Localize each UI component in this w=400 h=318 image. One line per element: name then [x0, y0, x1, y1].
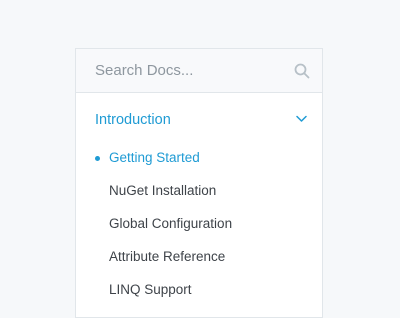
nav-item-nuget-installation[interactable]: NuGet Installation [76, 180, 322, 213]
nav-item-getting-started[interactable]: Getting Started [76, 147, 322, 180]
chevron-down-icon[interactable] [296, 115, 307, 123]
nav-item-linq-support[interactable]: LINQ Support [76, 279, 322, 312]
search-input[interactable] [76, 49, 286, 92]
nav-item-label: Attribute Reference [109, 249, 226, 264]
section-title: Introduction [95, 112, 171, 128]
nav-item-global-configuration[interactable]: Global Configuration [76, 213, 322, 246]
nav-item-attribute-reference[interactable]: Attribute Reference [76, 246, 322, 279]
section-introduction[interactable]: Introduction [76, 93, 322, 147]
nav-item-label: LINQ Support [109, 282, 192, 297]
active-indicator-dot [95, 156, 100, 161]
nav-item-label: Getting Started [109, 150, 200, 165]
search-icon[interactable] [294, 63, 310, 79]
docs-sidebar: Introduction Getting Started NuGet Insta… [75, 48, 323, 318]
nav-item-label: Global Configuration [109, 216, 233, 231]
search-bar [76, 49, 322, 93]
nav-items: Getting Started NuGet Installation Globa… [76, 147, 322, 312]
nav-item-label: NuGet Installation [109, 183, 217, 198]
